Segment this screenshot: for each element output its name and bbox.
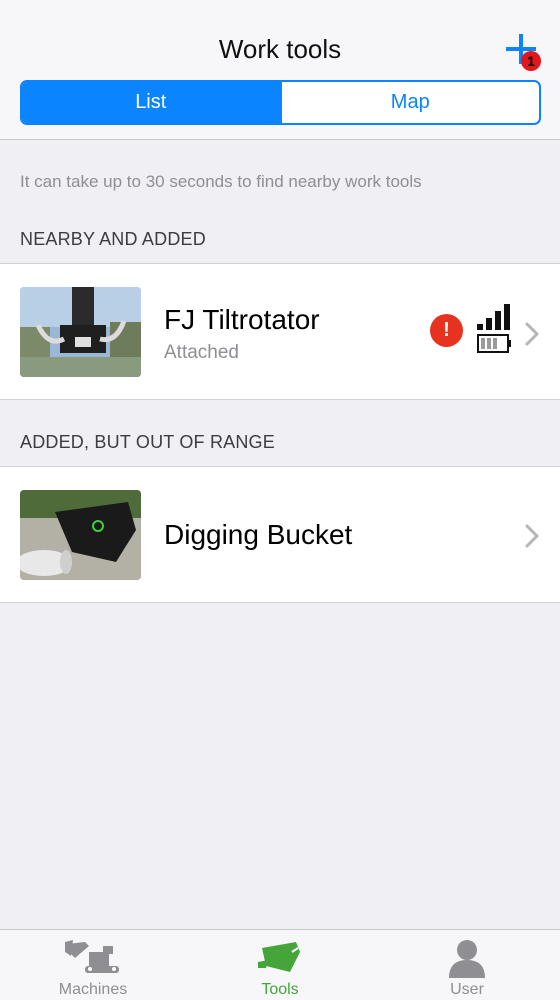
tiltrotator-thumbnail [20, 287, 141, 377]
exclamation-icon[interactable]: ! [430, 314, 463, 347]
notification-badge: 1 [521, 51, 541, 71]
segment-list[interactable]: List [22, 82, 280, 123]
tab-user[interactable]: User [374, 930, 560, 1000]
chevron-right-icon [525, 524, 539, 548]
nav-header: Work tools 1 List Map [0, 0, 560, 140]
tab-label: User [450, 981, 484, 998]
signal-bars-icon [477, 304, 510, 330]
bucket-icon [258, 942, 300, 972]
segment-map[interactable]: Map [279, 82, 540, 123]
tool-name: Digging Bucket [164, 519, 353, 550]
tab-label: Machines [58, 981, 128, 998]
view-segmented-control[interactable]: List Map [20, 80, 541, 125]
bucket-thumbnail [20, 490, 141, 580]
excavator-icon [65, 940, 119, 973]
search-hint: It can take up to 30 seconds to find nea… [20, 172, 422, 191]
add-work-tool-button[interactable]: 1 [500, 28, 546, 74]
tool-name: FJ Tiltrotator [164, 304, 320, 335]
person-icon [449, 940, 485, 978]
tool-status: Attached [164, 342, 239, 363]
section-header-nearby: NEARBY AND ADDED [20, 229, 206, 249]
list-item-digging-bucket[interactable]: Digging Bucket [0, 466, 560, 603]
section-header-out-of-range: ADDED, BUT OUT OF RANGE [20, 432, 275, 452]
list-item-fj-tiltrotator[interactable]: FJ Tiltrotator Attached [0, 263, 560, 400]
battery-icon [477, 334, 511, 353]
tab-bar: Machines Tools User [0, 929, 560, 1000]
chevron-right-icon [525, 322, 539, 346]
tab-label: Tools [261, 981, 299, 998]
tab-tools[interactable]: Tools [187, 930, 373, 1000]
page-title: Work tools [218, 34, 342, 64]
tab-machines[interactable]: Machines [0, 930, 186, 1000]
